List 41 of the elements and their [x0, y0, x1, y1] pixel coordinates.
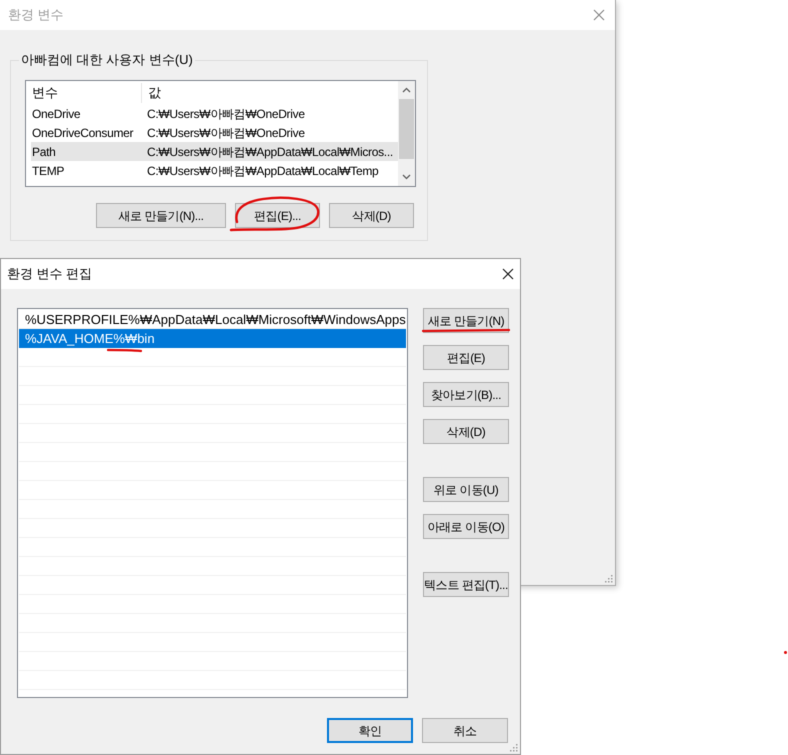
variable-name: TEMP: [31, 162, 66, 180]
dialog-button[interactable]: 삭제(D): [329, 203, 414, 228]
dialog-button[interactable]: 취소: [422, 718, 508, 743]
variable-list[interactable]: 변수 값 OneDrive C:₩Users₩아빠컴₩OneDrive OneDriveConsumer C:₩Users₩아빠컴₩OneDrive Path C:₩Users₩아빠컴₩AppData₩Local₩Micros... TEMP C:₩Users₩아빠컴₩AppData₩Local₩Temp: [25, 80, 416, 187]
variable-value: C:₩Users₩아빠컴₩OneDrive: [147, 124, 305, 142]
resize-grip-icon[interactable]: [508, 742, 518, 752]
annotation-underline: [107, 348, 142, 353]
list-row[interactable]: OneDriveConsumer C:₩Users₩아빠컴₩OneDrive: [31, 123, 398, 142]
list-row[interactable]: Path C:₩Users₩아빠컴₩AppData₩Local₩Micros...: [31, 142, 398, 161]
scrollbar[interactable]: [398, 81, 415, 186]
dialog-button[interactable]: 새로 만들기(N)...: [96, 203, 226, 228]
column-header[interactable]: 값: [142, 82, 161, 102]
dialog-button[interactable]: 아래로 이동(O): [423, 514, 509, 539]
scroll-thumb[interactable]: [399, 99, 414, 159]
close-icon[interactable]: [502, 268, 514, 280]
variable-name: OneDrive: [31, 106, 82, 122]
dialog-button[interactable]: 편집(E)...: [235, 203, 320, 228]
dialog-button[interactable]: 새로 만들기(N): [423, 308, 509, 333]
dialog-button[interactable]: 확인: [327, 718, 413, 743]
dialog-button[interactable]: 텍스트 편집(T)...: [423, 572, 509, 597]
window-title: 환경 변수 편집: [7, 265, 92, 284]
list-row[interactable]: TEMP C:₩Users₩아빠컴₩AppData₩Local₩Temp: [31, 161, 398, 180]
path-list[interactable]: %USERPROFILE%₩AppData₩Local₩Microsoft₩WindowsApps %JAVA_HOME%₩bin: [17, 308, 408, 698]
variable-value: C:₩Users₩아빠컴₩OneDrive: [147, 106, 305, 122]
column-header[interactable]: 변수: [26, 82, 142, 102]
dialog-button[interactable]: 편집(E): [423, 345, 509, 370]
path-entry[interactable]: %JAVA_HOME%₩bin: [19, 329, 406, 348]
list-row[interactable]: OneDrive C:₩Users₩아빠컴₩OneDrive: [31, 104, 398, 123]
dialog-button[interactable]: 삭제(D): [423, 419, 509, 444]
annotation-dot: [784, 651, 787, 654]
variable-value: C:₩Users₩아빠컴₩AppData₩Local₩Temp: [147, 162, 378, 180]
scroll-down-icon[interactable]: [402, 174, 411, 180]
scroll-up-icon[interactable]: [402, 87, 411, 93]
dialog-button[interactable]: 위로 이동(U): [423, 477, 509, 502]
group-label: 아빠컴에 대한 사용자 변수(U): [19, 51, 195, 69]
window-title: 환경 변수: [8, 6, 64, 24]
resize-grip-icon[interactable]: [603, 573, 613, 583]
dialog-button[interactable]: 찾아보기(B)...: [423, 382, 509, 407]
variable-name: Path: [31, 144, 56, 160]
variable-value: C:₩Users₩아빠컴₩AppData₩Local₩Micros...: [147, 144, 393, 160]
variable-name: OneDriveConsumer: [31, 124, 134, 142]
